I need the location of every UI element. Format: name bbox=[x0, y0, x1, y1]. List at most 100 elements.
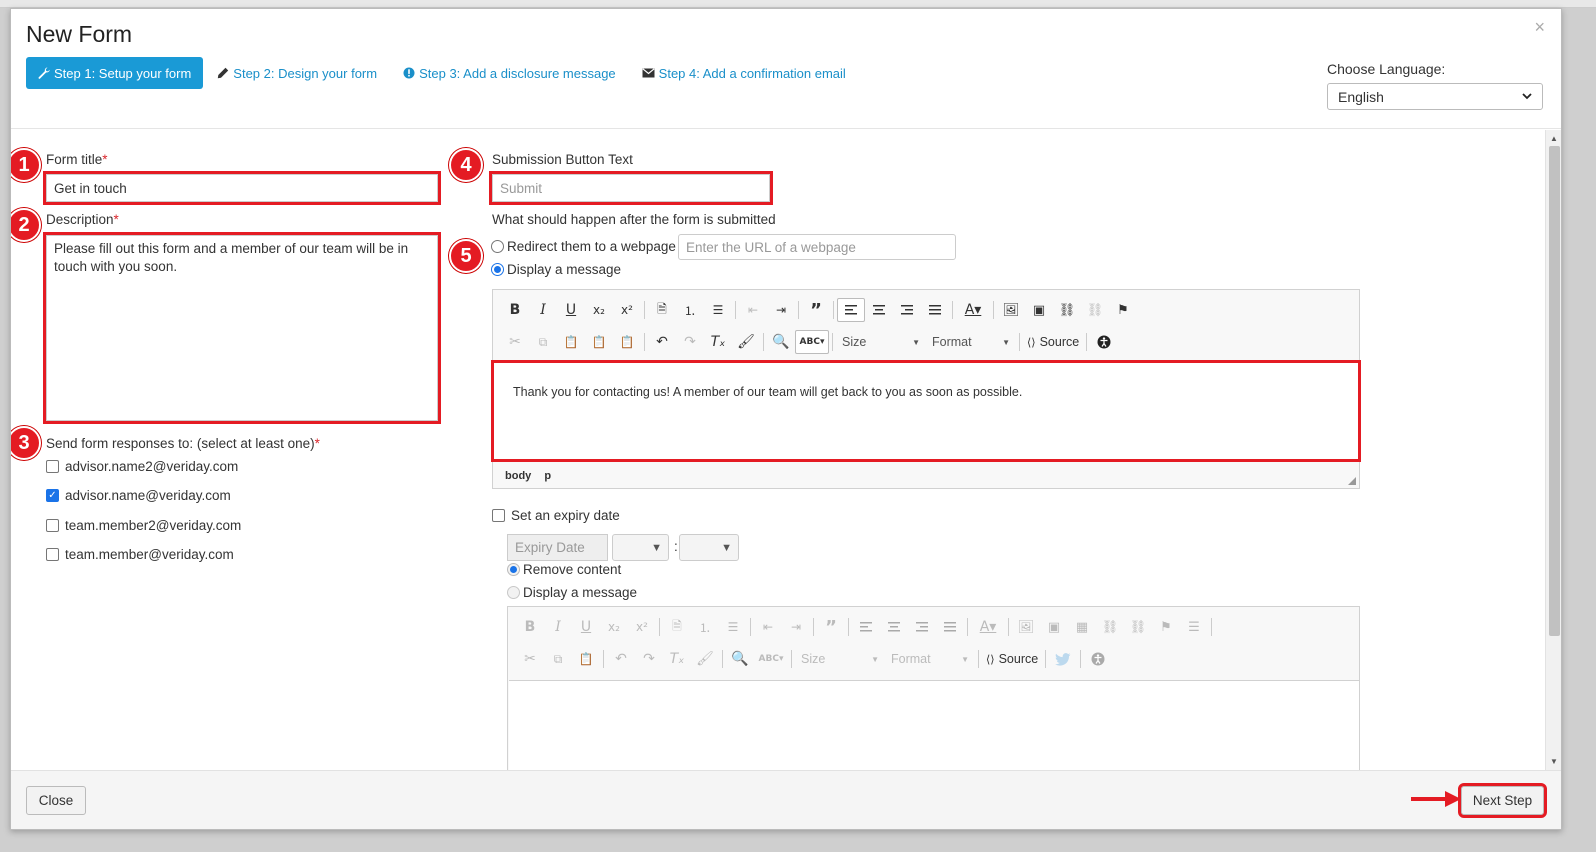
align-center-icon[interactable] bbox=[880, 615, 908, 639]
numbered-list-icon[interactable]: ⒈ bbox=[676, 298, 704, 322]
recipient-option[interactable]: advisor.name2@veriday.com bbox=[46, 459, 238, 474]
align-center-icon[interactable] bbox=[865, 298, 893, 322]
copy-format-brush-icon[interactable]: 🖌 bbox=[691, 647, 719, 671]
text-color-icon[interactable]: A▾ bbox=[956, 298, 990, 322]
recipient-checkbox[interactable] bbox=[46, 548, 59, 561]
redirect-url-input[interactable]: Enter the URL of a webpage bbox=[678, 234, 956, 260]
accessibility-icon[interactable] bbox=[1090, 330, 1118, 354]
indent-icon[interactable]: ⇥ bbox=[782, 615, 810, 639]
close-button[interactable]: Close bbox=[26, 786, 86, 815]
bulleted-list-icon[interactable]: ☰ bbox=[704, 298, 732, 322]
next-step-button[interactable]: Next Step bbox=[1458, 783, 1547, 818]
italic-icon[interactable]: I bbox=[529, 298, 557, 322]
copy-format-brush-icon[interactable]: 🖌 bbox=[732, 330, 760, 354]
paste-icon[interactable]: 📋 bbox=[572, 647, 600, 671]
scroll-down-arrow-icon[interactable]: ▼ bbox=[1550, 757, 1558, 766]
expiry-display-message-radio[interactable] bbox=[507, 586, 520, 599]
redirect-radio[interactable] bbox=[491, 240, 504, 253]
display-message-option[interactable]: Display a message bbox=[491, 262, 621, 277]
format-dropdown[interactable]: Format ▼ bbox=[926, 330, 1016, 354]
path-body[interactable]: body bbox=[505, 470, 531, 482]
align-right-icon[interactable] bbox=[893, 298, 921, 322]
step-3-tab[interactable]: Step 3: Add a disclosure message bbox=[403, 66, 616, 81]
display-message-radio[interactable] bbox=[491, 263, 504, 276]
table-icon[interactable]: ▦ bbox=[1068, 615, 1096, 639]
recipient-checkbox[interactable] bbox=[46, 460, 59, 473]
anchor-flag-icon[interactable]: ⚑ bbox=[1109, 298, 1137, 322]
italic-icon[interactable]: I bbox=[544, 615, 572, 639]
align-justify-icon[interactable] bbox=[921, 298, 949, 322]
expiry-checkbox[interactable] bbox=[492, 509, 505, 522]
find-search-icon[interactable]: 🔍 bbox=[767, 330, 795, 354]
remove-content-radio[interactable] bbox=[507, 563, 520, 576]
expiry-date-input[interactable]: Expiry Date bbox=[507, 534, 608, 561]
remove-content-option[interactable]: Remove content bbox=[507, 562, 621, 577]
underline-icon[interactable]: U bbox=[572, 615, 600, 639]
scroll-up-arrow-icon[interactable]: ▲ bbox=[1550, 134, 1558, 143]
size-dropdown[interactable]: Size ▼ bbox=[836, 330, 926, 354]
paste-icon[interactable]: 📋 bbox=[557, 330, 585, 354]
media-embed-icon[interactable]: ▣ bbox=[1025, 298, 1053, 322]
paste-text-icon[interactable]: 📋 bbox=[585, 330, 613, 354]
blockquote-icon[interactable]: ” bbox=[817, 615, 845, 639]
recipient-checkbox-checked[interactable]: ✓ bbox=[46, 489, 59, 502]
bold-icon[interactable]: B bbox=[501, 298, 529, 322]
superscript-icon[interactable]: x² bbox=[613, 298, 641, 322]
indent-icon[interactable]: ⇥ bbox=[767, 298, 795, 322]
paste-word-icon[interactable]: 📋 bbox=[613, 330, 641, 354]
text-color-icon[interactable]: A▾ bbox=[971, 615, 1005, 639]
submit-button-text-input[interactable]: Submit bbox=[489, 171, 773, 205]
expiry-display-message-option[interactable]: Display a message bbox=[507, 585, 637, 600]
recipient-checkbox[interactable] bbox=[46, 519, 59, 532]
document-icon[interactable]: 🗎 bbox=[663, 615, 691, 639]
description-textarea[interactable]: Please fill out this form and a member o… bbox=[43, 232, 441, 424]
recipient-option[interactable]: ✓ advisor.name@veriday.com bbox=[46, 488, 231, 503]
redo-icon[interactable]: ↷ bbox=[635, 647, 663, 671]
blockquote-icon[interactable]: ” bbox=[802, 298, 830, 322]
redirect-option[interactable]: Redirect them to a webpage bbox=[491, 239, 676, 254]
step-1-tab[interactable]: Step 1: Setup your form bbox=[26, 57, 204, 89]
copy-icon[interactable]: ⧉ bbox=[529, 330, 557, 354]
document-icon[interactable]: 🗎 bbox=[648, 298, 676, 322]
anchor-flag-icon[interactable]: ⚑ bbox=[1152, 615, 1180, 639]
media-embed-icon[interactable]: ▣ bbox=[1040, 615, 1068, 639]
redo-icon[interactable]: ↷ bbox=[676, 330, 704, 354]
outdent-icon[interactable]: ⇤ bbox=[754, 615, 782, 639]
language-select[interactable]: English bbox=[1327, 83, 1543, 110]
subscript-icon[interactable]: x₂ bbox=[585, 298, 613, 322]
image-icon[interactable]: 🖼 bbox=[1012, 615, 1040, 639]
step-4-tab[interactable]: Step 4: Add a confirmation email bbox=[642, 66, 846, 81]
align-justify-icon[interactable] bbox=[936, 615, 964, 639]
source-button[interactable]: ⟨⟩ Source bbox=[1023, 330, 1083, 354]
align-left-icon[interactable] bbox=[837, 298, 865, 322]
twitter-bird-icon[interactable] bbox=[1049, 647, 1077, 671]
find-search-icon[interactable]: 🔍 bbox=[726, 647, 754, 671]
form-title-input[interactable]: Get in touch bbox=[43, 171, 441, 205]
expiry-option[interactable]: Set an expiry date bbox=[492, 508, 620, 523]
recipient-option[interactable]: team.member2@veriday.com bbox=[46, 518, 241, 533]
numbered-list-icon[interactable]: ⒈ bbox=[691, 615, 719, 639]
unlink-icon[interactable]: ⛓ bbox=[1124, 615, 1152, 639]
recipient-option[interactable]: team.member@veriday.com bbox=[46, 547, 234, 562]
underline-icon[interactable]: U bbox=[557, 298, 585, 322]
superscript-icon[interactable]: x² bbox=[628, 615, 656, 639]
link-icon[interactable]: ⛓ bbox=[1053, 298, 1081, 322]
format-dropdown[interactable]: Format ▼ bbox=[885, 647, 975, 671]
expiry-hour-select[interactable]: ▼ bbox=[612, 534, 669, 561]
cut-icon[interactable]: ✂ bbox=[516, 647, 544, 671]
unlink-icon[interactable]: ⛓ bbox=[1081, 298, 1109, 322]
bold-icon[interactable]: B bbox=[516, 615, 544, 639]
scrollbar-thumb[interactable] bbox=[1549, 146, 1560, 636]
size-dropdown[interactable]: Size ▼ bbox=[795, 647, 885, 671]
bulleted-list-icon[interactable]: ☰ bbox=[719, 615, 747, 639]
message-editor-content[interactable]: Thank you for contacting us! A member of… bbox=[491, 360, 1361, 462]
spellcheck-icon[interactable]: ABC▾ bbox=[795, 330, 829, 354]
source-button[interactable]: ⟨⟩ Source bbox=[982, 647, 1042, 671]
align-right-icon[interactable] bbox=[908, 615, 936, 639]
undo-icon[interactable]: ↶ bbox=[648, 330, 676, 354]
subscript-icon[interactable]: x₂ bbox=[600, 615, 628, 639]
outdent-icon[interactable]: ⇤ bbox=[739, 298, 767, 322]
expiry-editor-content[interactable] bbox=[509, 680, 1359, 770]
close-x-button[interactable]: × bbox=[1534, 17, 1545, 38]
vertical-scrollbar[interactable]: ▲ ▼ bbox=[1545, 130, 1561, 770]
